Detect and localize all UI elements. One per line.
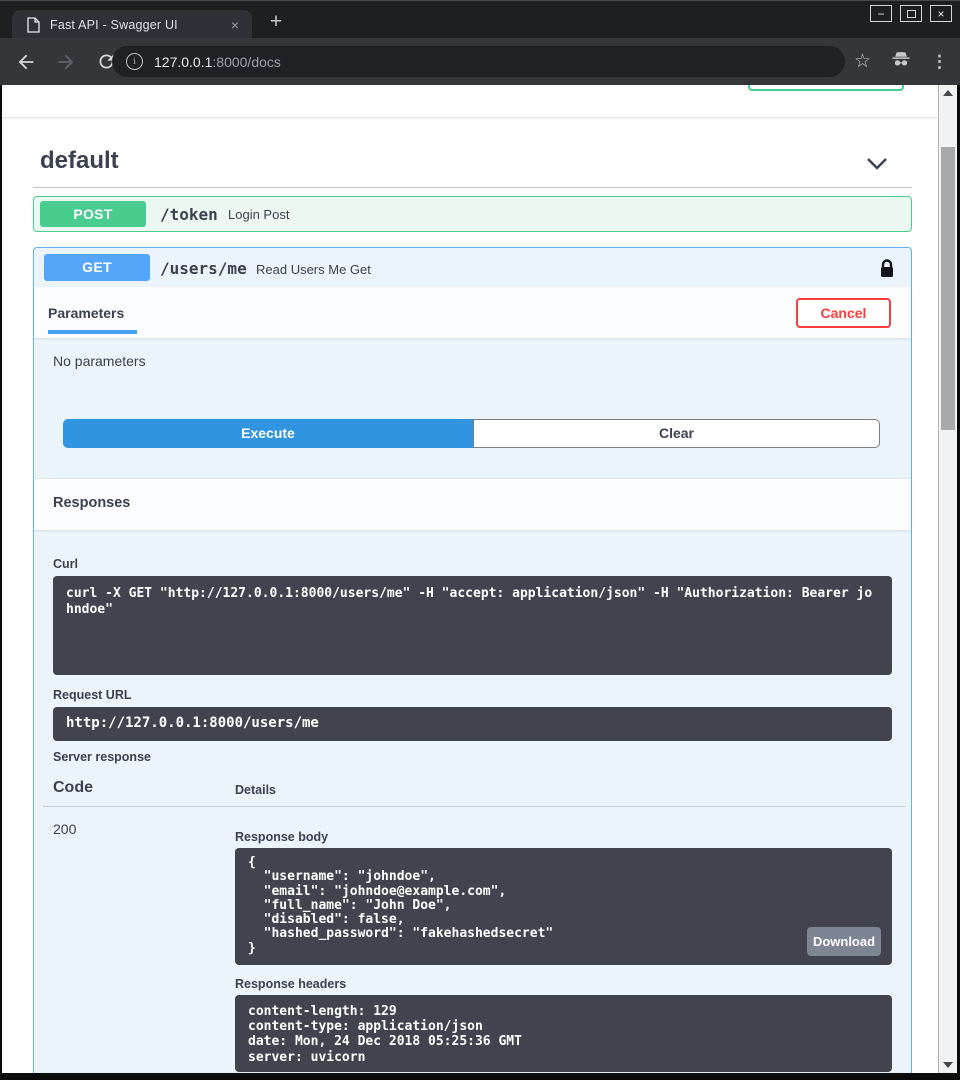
section-divider [33,187,912,188]
forward-icon[interactable] [53,49,79,75]
response-body-block: { "username": "johndoe", "email": "johnd… [235,848,892,965]
curl-label: Curl [53,557,78,571]
page-icon [27,17,40,33]
request-url-label: Request URL [53,688,131,702]
server-response-label: Server response [53,750,151,764]
responses-header [34,478,911,530]
maximize-icon [907,10,916,18]
window-edge-bottom [0,1073,960,1080]
request-url-block: http://127.0.0.1:8000/users/me [53,707,892,741]
parameters-header [34,287,911,338]
scrollbar-down-arrow[interactable] [943,1062,953,1068]
response-table-divider [43,806,905,807]
post-endpoint-summary: Login Post [228,207,289,222]
site-info-icon[interactable]: i [126,53,143,70]
active-tab-underline [48,330,137,334]
lock-icon[interactable] [879,258,895,284]
toolbar-right-icons: ☆ ⋮ [854,38,948,85]
browser-menu-icon[interactable]: ⋮ [931,53,948,70]
tab-title: Fast API - Swagger UI [50,18,178,32]
address-bar[interactable]: i 127.0.0.1:8000/docs [112,46,845,77]
response-headers-block: content-length: 129 content-type: applic… [235,995,892,1072]
response-headers-value: content-length: 129 content-type: applic… [235,995,892,1075]
post-endpoint-path: /token [160,205,218,224]
auth-section [2,85,938,118]
minimize-button[interactable]: − [870,5,892,22]
curl-block: curl -X GET "http://127.0.0.1:8000/users… [53,576,892,675]
request-url-value: http://127.0.0.1:8000/users/me [53,707,892,741]
authorize-button[interactable] [748,85,904,91]
get-endpoint-path: /users/me [160,259,247,278]
url-path: :8000/docs [212,54,281,70]
status-code: 200 [53,821,76,837]
close-button[interactable]: × [930,5,952,22]
tab-parameters[interactable]: Parameters [48,305,124,321]
scrollbar-up-arrow[interactable] [943,90,953,96]
response-headers-label: Response headers [235,977,346,991]
execute-button[interactable]: Execute [63,419,473,448]
nav-buttons [13,38,119,85]
details-column-header: Details [235,783,276,797]
browser-toolbar: i 127.0.0.1:8000/docs ☆ ⋮ [0,38,960,85]
get-method-badge: GET [44,254,150,281]
get-endpoint-summary: Read Users Me Get [256,262,371,277]
bookmark-star-icon[interactable]: ☆ [854,52,871,71]
browser-tab[interactable]: Fast API - Swagger UI × [12,10,252,39]
curl-command: curl -X GET "http://127.0.0.1:8000/users… [53,576,892,628]
incognito-icon [890,48,912,75]
code-column-header: Code [53,779,93,797]
no-parameters-message: No parameters [53,353,146,369]
response-body-label: Response body [235,830,328,844]
tab-close-icon[interactable]: × [231,17,239,33]
window-edge-left [0,85,2,1080]
new-tab-button[interactable]: + [262,8,290,36]
window-titlebar: Fast API - Swagger UI × + − × [0,0,960,38]
window-controls: − × [870,5,952,22]
responses-title: Responses [53,495,130,511]
scrollbar-thumb[interactable] [941,147,955,430]
url-host: 127.0.0.1 [154,54,212,70]
section-title: default [40,147,119,175]
response-body-json: { "username": "johndoe", "email": "johnd… [235,848,892,966]
back-icon[interactable] [13,49,39,75]
maximize-button[interactable] [900,5,922,22]
url-text: 127.0.0.1:8000/docs [154,54,281,70]
browser-window: Fast API - Swagger UI × + − × i 127.0.0.… [0,0,960,1080]
chevron-down-icon[interactable] [866,157,888,175]
clear-button[interactable]: Clear [473,419,880,448]
download-button[interactable]: Download [807,927,881,956]
cancel-button[interactable]: Cancel [796,298,891,328]
post-method-badge: POST [40,201,146,227]
